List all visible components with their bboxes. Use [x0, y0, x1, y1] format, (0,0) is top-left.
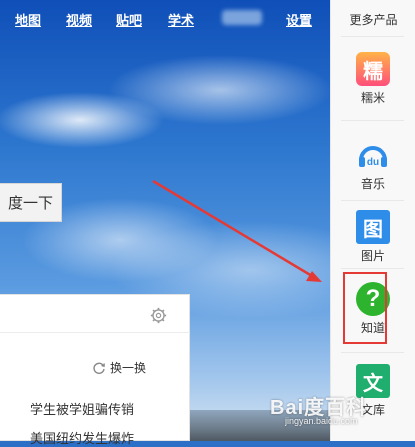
watermark-url: jingyan.baidu.com	[285, 416, 358, 426]
sidebar-item-label: 糯米	[360, 91, 385, 105]
sidebar-item-images[interactable]: 图 图片	[343, 204, 403, 278]
sidebar-item-label: 音乐	[360, 177, 385, 191]
sidebar-divider	[341, 36, 404, 37]
image-icon: 图	[356, 210, 390, 244]
annotation-highlight-box	[343, 272, 387, 344]
sidebar-divider	[341, 352, 404, 353]
sidebar-divider	[341, 268, 404, 269]
sidebar-item-label: 图片	[360, 249, 385, 263]
sidebar-divider	[341, 200, 404, 201]
sidebar-item-music[interactable]: du 音乐	[343, 132, 403, 206]
sidebar-item-nuomi[interactable]: 糯 糯米	[343, 46, 403, 120]
more-products-sidebar: 更多产品 糯 糯米 du 音乐 图 图片 ? 知道 文 文库	[330, 0, 415, 441]
music-icon: du	[356, 138, 390, 172]
nuomi-icon: 糯	[356, 52, 390, 86]
more-products-title: 更多产品	[349, 13, 398, 27]
svg-text:du: du	[367, 157, 379, 168]
sidebar-divider	[341, 120, 404, 121]
